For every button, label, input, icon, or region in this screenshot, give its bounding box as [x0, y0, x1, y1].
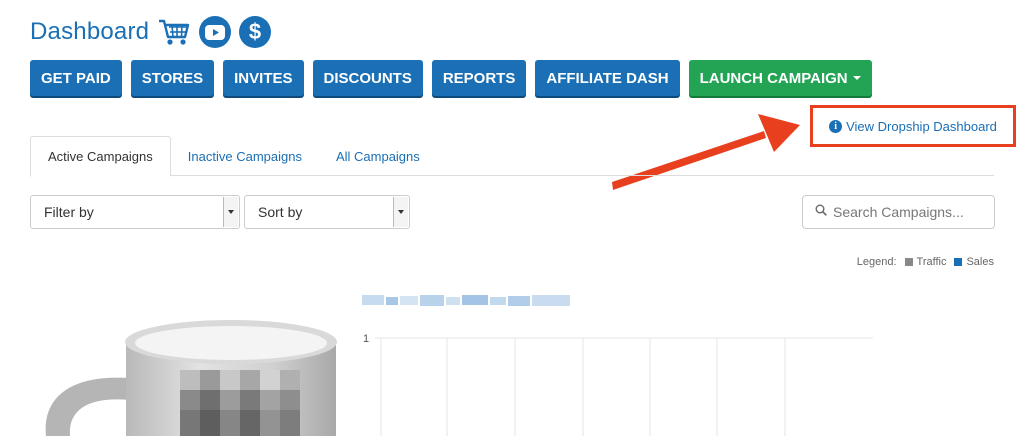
filter-select[interactable]: Filter by — [30, 195, 240, 229]
discounts-button[interactable]: DISCOUNTS — [312, 60, 423, 96]
campaign-tabs: Active Campaigns Inactive Campaigns All … — [30, 136, 994, 177]
search-icon — [815, 203, 827, 221]
invites-button[interactable]: INVITES — [223, 60, 304, 96]
campaign-chart: 1 — [363, 333, 873, 436]
sales-swatch — [954, 258, 963, 266]
filter-label: Filter by — [44, 204, 94, 220]
page-header: Dashboard $ — [30, 12, 272, 52]
dollar-icon[interactable]: $ — [239, 16, 272, 48]
legend-prefix: Legend: — [856, 256, 897, 268]
svg-text:$: $ — [249, 20, 261, 44]
stores-button[interactable]: STORES — [130, 60, 215, 96]
product-image-mug — [45, 320, 337, 436]
youtube-icon[interactable] — [199, 16, 232, 48]
pixelated-print — [180, 370, 300, 436]
chart-legend: Legend: Traffic Sales — [857, 256, 994, 268]
caret-down-icon — [852, 76, 861, 80]
tab-inactive-campaigns[interactable]: Inactive Campaigns — [171, 136, 319, 176]
sort-label: Sort by — [258, 204, 303, 220]
legend-sales-label: Sales — [966, 256, 994, 268]
launch-campaign-button[interactable]: LAUNCH CAMPAIGN — [688, 60, 872, 96]
chevron-down-icon — [223, 197, 238, 227]
tab-active-campaigns[interactable]: Active Campaigns — [30, 136, 171, 177]
reports-button[interactable]: REPORTS — [431, 60, 527, 96]
chevron-down-icon — [393, 197, 408, 227]
view-dropship-dashboard-link[interactable]: View Dropship Dashboard — [846, 119, 997, 134]
y-tick-label: 1 — [363, 333, 369, 345]
search-input[interactable] — [833, 204, 983, 220]
page-title: Dashboard — [30, 18, 150, 45]
get-paid-button[interactable]: GET PAID — [30, 60, 122, 96]
launch-campaign-label: LAUNCH CAMPAIGN — [699, 69, 848, 87]
info-icon: i — [829, 119, 843, 133]
legend-traffic-label: Traffic — [916, 256, 947, 268]
blurred-campaign-title — [362, 295, 570, 306]
tab-all-campaigns[interactable]: All Campaigns — [319, 136, 437, 176]
main-nav: GET PAID STORES INVITES DISCOUNTS REPORT… — [30, 60, 872, 96]
sort-select[interactable]: Sort by — [244, 195, 410, 229]
cart-icon[interactable] — [157, 17, 191, 47]
affiliate-dash-button[interactable]: AFFILIATE DASH — [535, 60, 680, 96]
search-box — [802, 195, 995, 229]
traffic-swatch — [904, 258, 913, 266]
